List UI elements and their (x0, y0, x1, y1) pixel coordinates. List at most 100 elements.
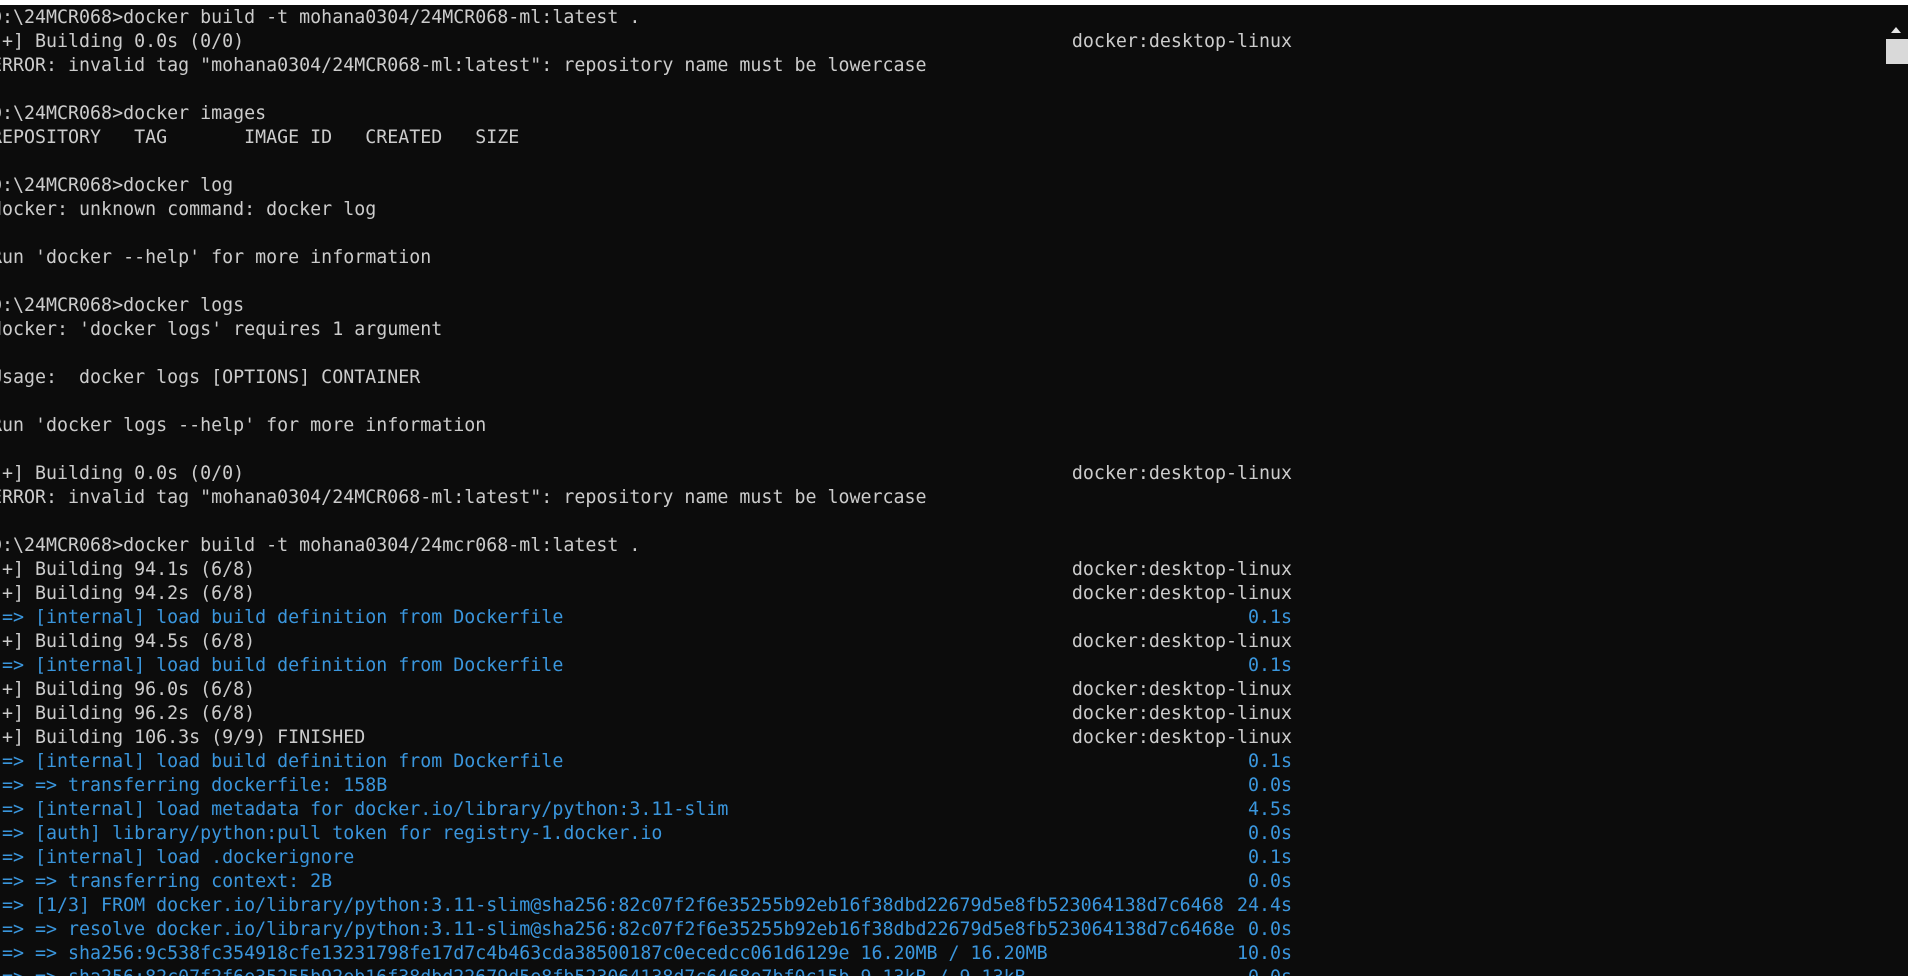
terminal-line: => => sha256:9c538fc354918cfe13231798fe1… (0, 942, 1871, 966)
terminal-line-text: => [internal] load build definition from… (0, 655, 564, 676)
terminal-line: [+] Building 96.0s (6/8) docker:desktop-l… (0, 678, 1871, 702)
builder-context-label: docker:desktop-linux (1071, 679, 1292, 700)
terminal-line-text: D:\24MCR068>docker build -t mohana0304/2… (0, 535, 641, 556)
terminal-line: [+] Building 94.2s (6/8) docker:desktop-l… (0, 582, 1871, 606)
terminal-line-text: docker: unknown command: docker log (0, 199, 377, 220)
terminal-line-text: D:\24MCR068>docker images (0, 103, 267, 124)
terminal-line-text: Run 'docker --help' for more information (0, 247, 432, 268)
terminal-line: => [auth] library/python:pull token for … (0, 822, 1871, 846)
terminal-line-text: => => sha256:82c07f2f6e35255b92eb16f38db… (0, 967, 1026, 976)
scroll-up-arrow-icon[interactable] (1891, 27, 1901, 33)
window-top-edge (0, 0, 1908, 5)
scrollbar-thumb[interactable] (1886, 39, 1908, 64)
step-duration: 0.1s (1247, 847, 1292, 868)
terminal-line: [+] Building 0.0s (0/0) docker:desktop-li… (0, 30, 1871, 54)
step-duration: 0.0s (1248, 966, 1292, 976)
terminal-line-text: Usage: docker logs [OPTIONS] CONTAINER (0, 367, 421, 388)
terminal-line: => => transferring dockerfile: 158B 0.0s (0, 774, 1871, 798)
terminal-line: => => sha256:82c07f2f6e35255b92eb16f38db… (0, 966, 1871, 976)
terminal-line: REPOSITORY TAG IMAGE ID CREATED SIZE (0, 126, 1871, 150)
terminal-line: => [internal] load build definition from… (0, 606, 1871, 630)
vertical-scrollbar[interactable] (1886, 5, 1908, 976)
builder-context-label: docker:desktop-linux (1071, 631, 1292, 652)
terminal-line-text: => [auth] library/python:pull token for … (0, 823, 663, 844)
terminal-line: => => resolve docker.io/library/python:3… (0, 918, 1871, 942)
terminal-line: => [internal] load build definition from… (0, 654, 1871, 678)
terminal-line-text: ERROR: invalid tag "mohana0304/24MCR068-… (0, 55, 927, 76)
step-duration: 0.0s (1247, 919, 1292, 940)
terminal-line-text: D:\24MCR068>docker logs (0, 295, 245, 316)
step-duration: 0.1s (1247, 607, 1292, 628)
terminal-line: [+] Building 96.2s (6/8) docker:desktop-l… (0, 702, 1871, 726)
terminal-line-text: => [internal] load metadata for docker.i… (0, 799, 729, 820)
terminal-line: Run 'docker logs --help' for more inform… (0, 414, 1871, 438)
terminal-line: ERROR: invalid tag "mohana0304/24MCR068-… (0, 486, 1871, 510)
builder-context-label: docker:desktop-linux (1071, 559, 1292, 580)
terminal-line-text: [+] Building 94.1s (6/8) (0, 559, 256, 580)
terminal-line-text: => [1/3] FROM docker.io/library/python:3… (0, 895, 1224, 916)
builder-context-label: docker:desktop-linux (1071, 583, 1292, 604)
terminal-line-text: REPOSITORY TAG IMAGE ID CREATED SIZE (0, 127, 520, 148)
step-duration: 10.0s (1236, 943, 1292, 964)
terminal-line-text: => => transferring dockerfile: 158B (0, 775, 388, 796)
terminal-line-text: ERROR: invalid tag "mohana0304/24MCR068-… (0, 487, 927, 508)
terminal-line-text: D:\24MCR068>docker build -t mohana0304/2… (0, 7, 641, 28)
terminal-window[interactable]: D:\24MCR068>docker build -t mohana0304/2… (0, 0, 1908, 976)
terminal-line: => [internal] load .dockerignore 0.1s (0, 846, 1871, 870)
terminal-line: D:\24MCR068>docker build -t mohana0304/2… (0, 534, 1871, 558)
step-duration: 4.5s (1247, 799, 1292, 820)
builder-context-label: docker:desktop-linux (1071, 463, 1292, 484)
terminal-line-text: [+] Building 106.3s (9/9) FINISHED (0, 727, 366, 748)
terminal-line-text: [+] Building 94.5s (6/8) (0, 631, 256, 652)
terminal-line: Usage: docker logs [OPTIONS] CONTAINER (0, 366, 1871, 390)
builder-context-label: docker:desktop-linux (1071, 727, 1292, 748)
terminal-line: => [internal] load build definition from… (0, 750, 1871, 774)
terminal-line: D:\24MCR068>docker build -t mohana0304/2… (0, 6, 1871, 30)
builder-context-label: docker:desktop-linux (1071, 703, 1292, 724)
terminal-line: [+] Building 94.1s (6/8) docker:desktop-l… (0, 558, 1871, 582)
step-duration: 0.0s (1247, 871, 1292, 892)
terminal-line: D:\24MCR068>docker logs (0, 294, 1871, 318)
terminal-line: docker: 'docker logs' requires 1 argumen… (0, 318, 1871, 342)
terminal-line-text: => => sha256:9c538fc354918cfe13231798fe1… (0, 943, 1048, 964)
terminal-line: => => transferring context: 2B 0.0s (0, 870, 1871, 894)
step-duration: 0.1s (1247, 751, 1292, 772)
terminal-line: D:\24MCR068>docker images (0, 102, 1871, 126)
terminal-line-text: [+] Building 96.2s (6/8) (0, 703, 256, 724)
terminal-line: docker: unknown command: docker log (0, 198, 1871, 222)
terminal-line: [+] Building 106.3s (9/9) FINISHED docker… (0, 726, 1871, 750)
terminal-line: [+] Building 94.5s (6/8) docker:desktop-l… (0, 630, 1871, 654)
step-duration: 0.0s (1247, 775, 1292, 796)
builder-context-label: docker:desktop-linux (1071, 31, 1292, 52)
step-duration: 0.0s (1247, 823, 1292, 844)
terminal-line: Run 'docker --help' for more information (0, 246, 1871, 270)
terminal-line-text: [+] Building 94.2s (6/8) (0, 583, 256, 604)
terminal-line-text: [+] Building 96.0s (6/8) (0, 679, 256, 700)
terminal-line: => [internal] load metadata for docker.i… (0, 798, 1871, 822)
terminal-line-text: => => transferring context: 2B (0, 871, 333, 892)
terminal-line-text: => => resolve docker.io/library/python:3… (0, 919, 1235, 940)
terminal-line-text: [+] Building 0.0s (0/0) (0, 463, 245, 484)
terminal-line-text: Run 'docker logs --help' for more inform… (0, 415, 487, 436)
terminal-line: ERROR: invalid tag "mohana0304/24MCR068-… (0, 54, 1871, 78)
terminal-line: D:\24MCR068>docker log (0, 174, 1871, 198)
terminal-output[interactable]: D:\24MCR068>docker build -t mohana0304/2… (0, 6, 1871, 976)
terminal-line-text: docker: 'docker logs' requires 1 argumen… (0, 319, 443, 340)
terminal-line: => [1/3] FROM docker.io/library/python:3… (0, 894, 1871, 918)
terminal-line-text: => [internal] load .dockerignore (0, 847, 355, 868)
step-duration: 24.4s (1236, 895, 1292, 916)
step-duration: 0.1s (1247, 655, 1292, 676)
terminal-line-text: => [internal] load build definition from… (0, 607, 564, 628)
terminal-line-text: [+] Building 0.0s (0/0) (0, 31, 245, 52)
terminal-line: [+] Building 0.0s (0/0) docker:desktop-li… (0, 462, 1871, 486)
terminal-line-text: D:\24MCR068>docker log (0, 175, 234, 196)
terminal-line-text: => [internal] load build definition from… (0, 751, 564, 772)
